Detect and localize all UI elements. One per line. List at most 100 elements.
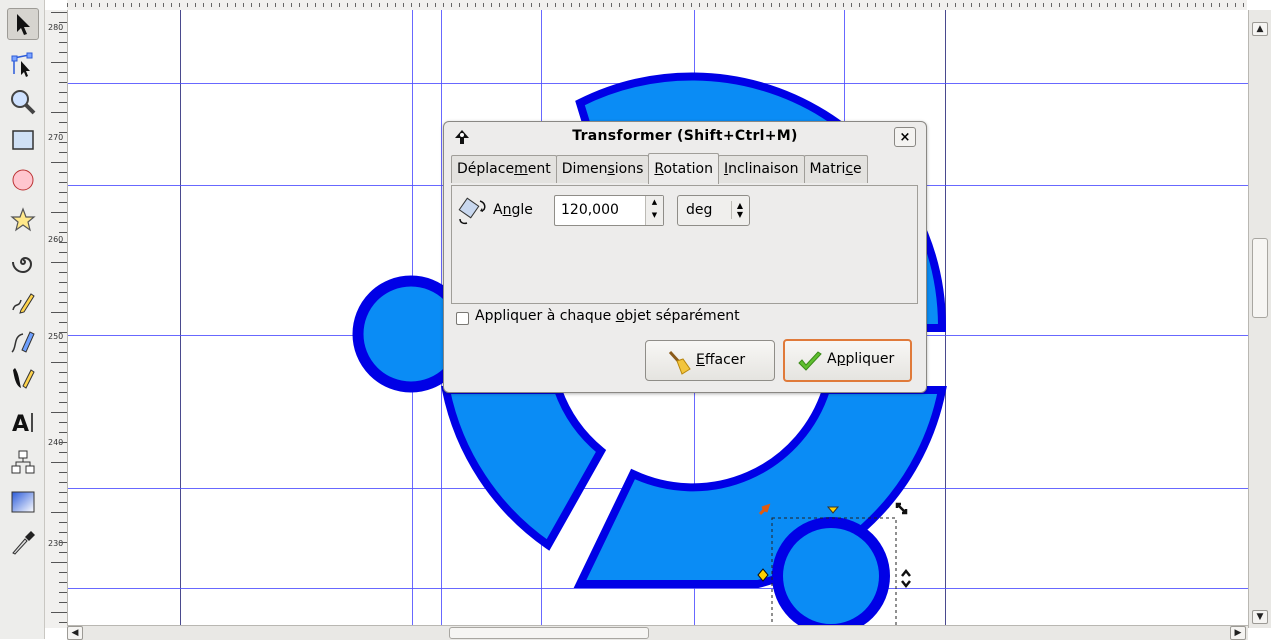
node-tool-icon[interactable] bbox=[7, 48, 39, 80]
ruler-tick bbox=[59, 522, 67, 523]
ruler-tick bbox=[59, 442, 67, 443]
scroll-down-button[interactable]: ▼ bbox=[1252, 610, 1268, 624]
ruler-tick bbox=[51, 512, 67, 513]
ruler-tick bbox=[59, 22, 67, 23]
select-arrows-icon: ▲ ▼ bbox=[730, 201, 743, 219]
scroll-right-button[interactable]: ▶ bbox=[1230, 626, 1246, 640]
apply-each-label[interactable]: Appliquer à chaque objet séparément bbox=[475, 308, 740, 324]
angle-spin-arrows[interactable]: ▲ ▼ bbox=[645, 196, 663, 225]
broom-icon bbox=[668, 350, 691, 375]
ruler-tick bbox=[59, 82, 67, 83]
star-tool-icon[interactable] bbox=[7, 204, 39, 236]
ruler-tick bbox=[59, 532, 67, 533]
dialog-titlebar[interactable]: Transformer (Shift+Ctrl+M) × bbox=[444, 122, 926, 152]
ruler-tick bbox=[51, 62, 67, 63]
zoom-tool-icon[interactable] bbox=[7, 86, 39, 118]
ruler-tick bbox=[59, 482, 67, 483]
checkmark-icon bbox=[798, 351, 822, 371]
clear-label: Effacer bbox=[696, 352, 746, 368]
ruler-tick bbox=[59, 92, 67, 93]
ruler-tick bbox=[59, 332, 67, 333]
gradient-tool-icon[interactable] bbox=[7, 486, 39, 518]
text-tool-icon[interactable]: A bbox=[7, 406, 39, 438]
angle-value[interactable]: 120,000 bbox=[561, 202, 619, 218]
horizontal-scroll-thumb[interactable] bbox=[449, 627, 649, 639]
ruler-tick bbox=[59, 192, 67, 193]
horizontal-scrollbar[interactable]: ◀ ▶ bbox=[67, 625, 1248, 640]
ruler-tick bbox=[59, 602, 67, 603]
tab-move[interactable]: Déplacement bbox=[451, 155, 557, 183]
angle-spinbox[interactable]: 120,000 ▲ ▼ bbox=[554, 195, 664, 226]
apply-each-checkbox[interactable] bbox=[456, 312, 469, 325]
selector-tool-icon[interactable] bbox=[7, 8, 39, 40]
tab-scale[interactable]: Dimensions bbox=[555, 155, 650, 183]
spiral-tool-icon[interactable] bbox=[7, 246, 39, 278]
pencil-tool-icon[interactable] bbox=[7, 286, 39, 318]
ellipse-tool-icon[interactable] bbox=[7, 164, 39, 196]
tab-mnemonic: c bbox=[845, 161, 854, 177]
tab-skew[interactable]: Inclinaison bbox=[717, 155, 805, 183]
apply-label: Appliquer bbox=[827, 351, 895, 367]
scroll-up-button[interactable]: ▲ bbox=[1252, 22, 1268, 36]
angle-label: Angle bbox=[493, 202, 533, 218]
ruler-tick bbox=[59, 572, 67, 573]
ruler-tick bbox=[59, 122, 67, 123]
vertical-scroll-thumb[interactable] bbox=[1252, 238, 1268, 318]
ruler-tick bbox=[51, 12, 67, 13]
tab-label: e bbox=[853, 161, 862, 177]
ruler-tick bbox=[59, 352, 67, 353]
ruler-label: 280 bbox=[48, 23, 64, 32]
ruler-tick bbox=[59, 552, 67, 553]
ruler-label: 240 bbox=[48, 438, 64, 447]
ruler-tick bbox=[59, 322, 67, 323]
rectangle-tool-icon[interactable] bbox=[7, 124, 39, 156]
dropper-tool-icon[interactable] bbox=[7, 526, 39, 558]
scroll-left-button[interactable]: ◀ bbox=[67, 626, 83, 640]
ruler-tick bbox=[59, 302, 67, 303]
calligraphy-tool-icon[interactable] bbox=[7, 362, 39, 394]
dialog-title: Transformer (Shift+Ctrl+M) bbox=[572, 128, 798, 144]
ruler-tick bbox=[59, 242, 67, 243]
close-button[interactable]: × bbox=[894, 127, 916, 147]
ruler-tick bbox=[51, 612, 67, 613]
pen-tool-icon[interactable] bbox=[7, 326, 39, 358]
tab-mnemonic: R bbox=[654, 161, 664, 177]
ruler-tick bbox=[59, 622, 67, 623]
ruler-tick bbox=[59, 582, 67, 583]
horizontal-ruler[interactable] bbox=[67, 0, 1247, 10]
vertical-ruler[interactable]: 280 270 260 250 240 230 bbox=[45, 10, 68, 628]
spin-up-icon[interactable]: ▲ bbox=[646, 196, 663, 209]
close-icon: × bbox=[899, 130, 911, 145]
ruler-tick bbox=[51, 462, 67, 463]
ruler-tick bbox=[51, 412, 67, 413]
tab-mnemonic: s bbox=[607, 161, 615, 177]
tab-label: nclinaison bbox=[728, 161, 799, 177]
ruler-tick bbox=[59, 432, 67, 433]
vertical-scrollbar[interactable]: ▲ ▼ bbox=[1248, 10, 1271, 628]
ruler-label: 260 bbox=[48, 235, 64, 244]
spin-down-icon[interactable]: ▼ bbox=[646, 209, 663, 222]
clear-button[interactable]: Effacer bbox=[645, 340, 775, 381]
ruler-label: 250 bbox=[48, 332, 64, 341]
unit-select[interactable]: deg ▲ ▼ bbox=[677, 195, 750, 226]
tab-label: Matri bbox=[809, 161, 846, 177]
ruler-tick bbox=[59, 372, 67, 373]
apply-button[interactable]: Appliquer bbox=[783, 339, 912, 382]
ruler-tick bbox=[59, 282, 67, 283]
ruler-tick bbox=[59, 382, 67, 383]
tab-rotate[interactable]: Rotation bbox=[648, 153, 719, 184]
ruler-tick bbox=[59, 222, 67, 223]
ruler-tick bbox=[59, 542, 67, 543]
ruler-tick bbox=[59, 252, 67, 253]
ruler-tick bbox=[59, 142, 67, 143]
rotate-angle-icon bbox=[458, 197, 486, 225]
ruler-tick bbox=[59, 502, 67, 503]
tab-matrix[interactable]: Matrice bbox=[803, 155, 868, 183]
ruler-tick bbox=[59, 492, 67, 493]
dialog-tabs: Déplacement Dimensions Rotation Inclinai… bbox=[451, 153, 868, 185]
connector-tool-icon[interactable] bbox=[7, 446, 39, 478]
unit-value: deg bbox=[686, 202, 713, 218]
ruler-tick bbox=[59, 592, 67, 593]
ruler-tick bbox=[51, 312, 67, 313]
ruler-tick bbox=[51, 362, 67, 363]
